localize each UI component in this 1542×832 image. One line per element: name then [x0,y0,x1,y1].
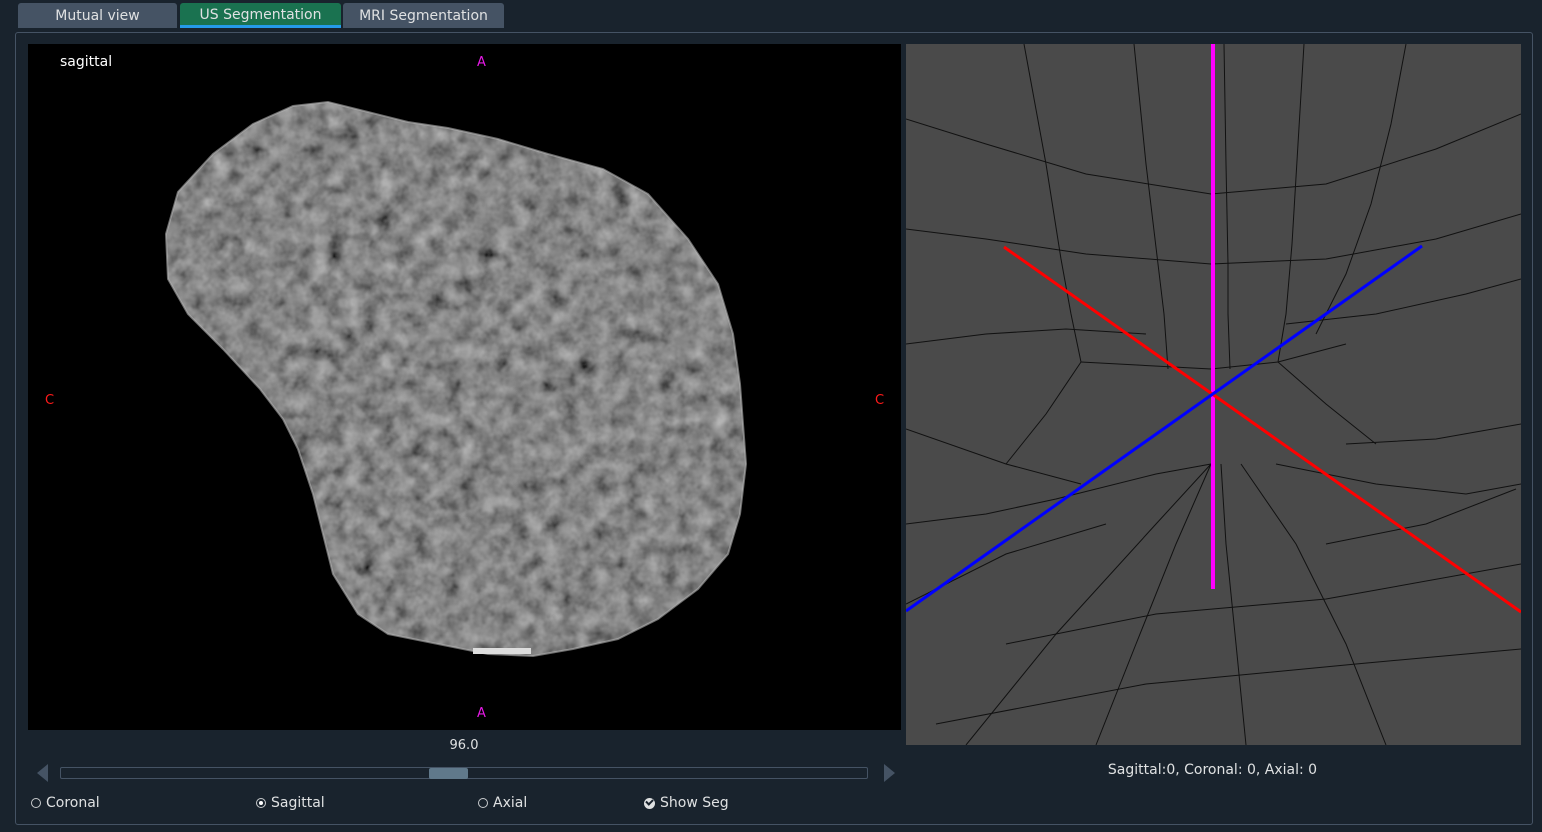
orientation-left-label: C [45,393,55,408]
view-name-label: sagittal [60,54,113,70]
ultrasound-slice-image [28,44,901,730]
radio-sagittal[interactable]: Sagittal [256,793,325,813]
radio-circle-icon [31,798,41,808]
radio-circle-icon [478,798,488,808]
orientation-top-label: A [477,55,486,70]
tab-us-segmentation[interactable]: US Segmentation [180,3,341,28]
slice-viewer[interactable]: sagittal A A C C [28,44,901,730]
app-window: Mutual view US Segmentation MRI Segmenta… [0,0,1542,832]
radio-coronal-label: Coronal [46,795,100,811]
slider-value: 96.0 [449,738,479,753]
radio-axial[interactable]: Axial [478,793,527,813]
left-arrow-icon[interactable] [37,764,48,782]
show-seg-label: Show Seg [660,795,729,811]
radio-axial-label: Axial [493,795,528,811]
tab-mri-segmentation[interactable]: MRI Segmentation [343,3,504,28]
show-seg-checkbox[interactable]: Show Seg [644,793,729,813]
right-arrow-icon[interactable] [884,764,895,782]
radio-sagittal-label: Sagittal [271,795,325,811]
slice-slider-handle[interactable] [429,768,469,779]
3d-view[interactable] [906,44,1521,745]
tab-mutual-view[interactable]: Mutual view [18,3,177,28]
radio-coronal[interactable]: Coronal [31,793,100,813]
radio-circle-checked-icon [256,798,266,808]
orientation-bottom-label: A [477,706,486,721]
checkbox-checked-icon [644,797,655,809]
coordinates-label: Sagittal:0, Coronal: 0, Axial: 0 [1107,762,1318,778]
orientation-right-label: C [875,393,885,408]
3d-scene [906,44,1521,745]
